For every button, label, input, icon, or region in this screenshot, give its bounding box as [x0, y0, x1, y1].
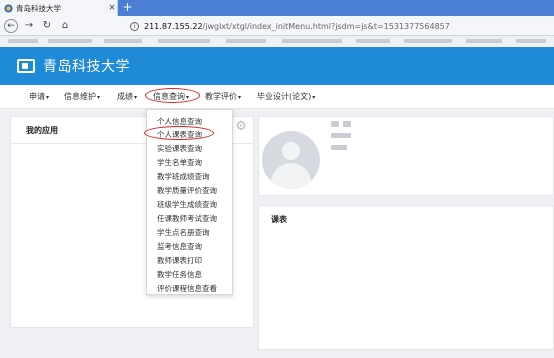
tab-title: 青岛科技大学 — [16, 3, 61, 13]
highlight-ring-item — [144, 126, 214, 140]
dropdown-item[interactable]: 监考信息查询 — [157, 241, 202, 252]
dropdown-item[interactable]: 班级学生成绩查询 — [157, 199, 217, 210]
info-icon[interactable]: i — [130, 21, 139, 31]
dropdown-item[interactable]: 评价课程信息查看 — [157, 283, 217, 294]
arrow-left-icon[interactable]: ← — [4, 18, 18, 33]
main-menu: 申请▾ 信息维护▾ 成绩▾ 信息查询▾ 教学评价▾ 毕业设计(论文)▾ — [0, 85, 554, 109]
arrow-right-icon[interactable]: → — [22, 19, 36, 33]
chevron-down-icon: ▾ — [312, 94, 316, 101]
dropdown-item[interactable]: 教学任务信息 — [157, 269, 202, 280]
url-path: /jwglxt/xtgl/index_initMenu.html?jsdm=js… — [202, 21, 450, 31]
gear-icon[interactable]: ⚙ — [234, 120, 248, 134]
tab-close-icon[interactable]: × — [107, 3, 117, 13]
bookmark-blurred — [356, 39, 390, 43]
app-header: 青岛科技大学 — [0, 47, 554, 85]
university-seal-icon — [4, 3, 13, 13]
avatar-body — [271, 163, 311, 189]
bookmark-blurred — [282, 39, 342, 43]
menu-teaching-evaluation[interactable]: 教学评价▾ — [205, 91, 241, 102]
dropdown-item[interactable]: 实验课表查询 — [157, 143, 202, 154]
monitor-logo-icon — [17, 59, 35, 73]
bookmark-blurred — [104, 39, 142, 43]
chevron-down-icon: ▾ — [134, 94, 138, 101]
dropdown-item[interactable]: 教学质量评价查询 — [157, 185, 217, 196]
app-title: 青岛科技大学 — [43, 59, 130, 75]
bookmark-blurred — [516, 39, 546, 43]
bookmark-blurred — [8, 39, 38, 43]
chevron-down-icon: ▾ — [46, 94, 50, 101]
browser-tab[interactable]: 青岛科技大学 × — [0, 0, 118, 16]
highlight-ring-menu — [145, 88, 200, 103]
schedule-panel: 课表 — [258, 205, 554, 350]
dropdown-item[interactable]: 教学班成绩查询 — [157, 171, 210, 182]
browser-tabstrip: 青岛科技大学 × + — [0, 0, 554, 16]
profile-blurred — [331, 121, 339, 127]
dropdown-item[interactable]: 学生名单查询 — [157, 157, 202, 168]
bookmark-blurred — [158, 39, 210, 43]
address-bar[interactable]: i 211.87.155.22 /jwglxt/xtgl/index_initM… — [130, 19, 554, 33]
bookmark-blurred — [466, 39, 502, 43]
menu-graduation-design[interactable]: 毕业设计(论文)▾ — [257, 91, 315, 102]
avatar-head — [282, 142, 300, 160]
menu-grades[interactable]: 成绩▾ — [117, 91, 137, 102]
new-tab-button[interactable]: + — [121, 1, 134, 14]
profile-blurred — [331, 145, 347, 150]
menu-info-maintenance[interactable]: 信息维护▾ — [64, 91, 100, 102]
home-icon[interactable]: ⌂ — [58, 19, 72, 33]
chevron-down-icon: ▾ — [238, 94, 242, 101]
profile-blurred — [331, 133, 351, 138]
url-host: 211.87.155.22 — [144, 21, 203, 31]
profile-panel — [258, 116, 554, 196]
dropdown-item[interactable]: 任课教师考试查询 — [157, 213, 217, 224]
default-avatar-icon — [262, 131, 320, 189]
bookmark-blurred — [404, 39, 452, 43]
reload-icon[interactable]: ↻ — [40, 19, 54, 33]
my-apps-title: 我的应用 — [26, 126, 58, 135]
dropdown-item[interactable]: 学生点名册查询 — [157, 227, 210, 238]
chevron-down-icon: ▾ — [97, 94, 101, 101]
bookmark-blurred — [226, 39, 266, 43]
bookmark-blurred — [48, 39, 92, 43]
menu-apply[interactable]: 申请▾ — [29, 91, 49, 102]
dropdown-item[interactable]: 教师课表打印 — [157, 255, 202, 266]
schedule-title: 课表 — [271, 215, 287, 224]
info-query-dropdown: 个人信息查询 个人课表查询 实验课表查询 学生名单查询 教学班成绩查询 教学质量… — [144, 109, 233, 295]
profile-blurred — [343, 121, 351, 127]
